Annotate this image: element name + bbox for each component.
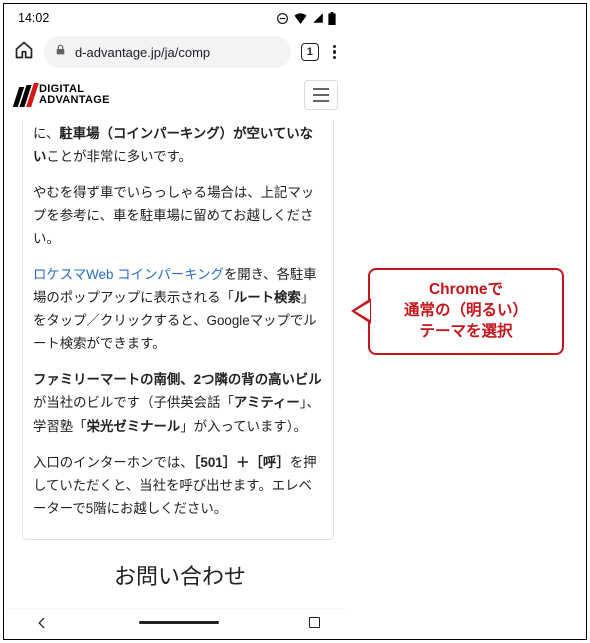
hamburger-menu[interactable] [304, 80, 338, 110]
lock-icon [54, 43, 67, 61]
page-content: に、駐車場（コインパーキング）が空いていないことが非常に多いです。 やむを得ず車… [6, 116, 348, 596]
battery-icon [328, 12, 336, 25]
url-bar[interactable]: d-advantage.jp/ja/comp [44, 36, 291, 68]
page-header: DIGITAL ADVANTAGE [6, 74, 348, 116]
tab-switcher[interactable]: 1 [301, 43, 319, 61]
paragraph: 入口のインターホンでは、［501］＋［呼］を押していただくと、当社を呼び出せます… [33, 451, 323, 520]
paragraph: に、駐車場（コインパーキング）が空いていないことが非常に多いです。 [33, 122, 323, 168]
android-navbar [6, 608, 348, 636]
section-heading: お問い合わせ [28, 558, 332, 596]
logo-line2: ADVANTAGE [39, 95, 110, 106]
back-button[interactable] [35, 616, 49, 630]
status-icons [276, 12, 336, 25]
callout-arrow-icon [351, 298, 371, 324]
home-pill[interactable] [139, 621, 219, 625]
callout-line: テーマを選択 [374, 322, 558, 343]
chrome-toolbar: d-advantage.jp/ja/comp 1 [6, 30, 348, 74]
callout-line: 通常の（明るい） [374, 301, 558, 322]
annotation-callout: Chromeで 通常の（明るい） テーマを選択 [368, 268, 564, 355]
paragraph: ファミリーマートの南側、2つ隣の背の高いビルが当社のビルです（子供英会話「アミテ… [33, 368, 323, 437]
paragraph: やむを得ず車でいらっしゃる場合は、上記マップを参考に、車を駐車場に留めてお越しく… [33, 181, 323, 250]
home-icon[interactable] [14, 40, 34, 65]
logo[interactable]: DIGITAL ADVANTAGE [16, 83, 110, 107]
signal-icon [312, 12, 324, 24]
paragraph: ロケスマWeb コインパーキングを開き、各駐車場のポップアップに表示される「ルー… [33, 263, 323, 355]
dnd-icon [276, 12, 289, 25]
callout-line: Chromeで [374, 280, 558, 301]
android-statusbar: 14:02 [6, 6, 348, 30]
clock: 14:02 [18, 11, 49, 25]
url-text: d-advantage.jp/ja/comp [75, 45, 210, 60]
phone-screenshot: 14:02 d-advantage.jp/ja/comp 1 [6, 6, 348, 636]
wifi-icon [293, 12, 308, 24]
link[interactable]: ロケスマWeb コインパーキング [33, 267, 224, 282]
recents-button[interactable] [309, 617, 320, 628]
more-menu-icon[interactable] [329, 41, 340, 64]
